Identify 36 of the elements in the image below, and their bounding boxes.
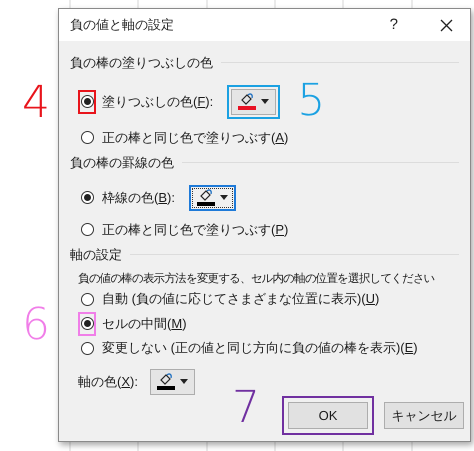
caret-icon	[220, 195, 228, 200]
option-label: 塗りつぶしの色(F):	[102, 92, 214, 111]
option-label: 枠線の色(B):	[102, 188, 175, 207]
description-text: 負の値の棒の表示方法を変更する、セル内の軸の位置を選択してください	[78, 271, 436, 286]
radio-button[interactable]	[80, 95, 94, 108]
option-label: 軸の色(X):	[78, 373, 138, 392]
dialog-button[interactable]: OK	[288, 402, 368, 429]
section-heading: 軸の設定	[70, 246, 122, 264]
option-label: 正の棒と同じ色で塗りつぶす(P)	[102, 220, 288, 239]
window-title: 負の値と軸の設定	[70, 16, 174, 34]
option-label: 変更しない (正の値と同じ方向に負の値の棒を表示)(E)	[102, 339, 418, 358]
color-picker-button[interactable]	[150, 368, 195, 395]
paint-bucket-icon	[198, 189, 214, 201]
close-icon[interactable]	[440, 18, 453, 32]
radio-button[interactable]	[80, 317, 94, 330]
section-heading: 負の棒の塗りつぶしの色	[70, 54, 213, 72]
caret-icon	[180, 379, 188, 384]
help-button[interactable]: ?	[386, 14, 402, 36]
radio-button[interactable]	[80, 342, 94, 355]
paint-bucket-icon	[239, 93, 256, 105]
callout-number: 4	[22, 80, 50, 124]
option-label: 正の棒と同じ色で塗りつぶす(A)	[102, 128, 288, 147]
radio-button[interactable]	[80, 191, 94, 204]
callout-number: 6	[22, 302, 50, 347]
section-heading: 負の棒の罫線の色	[70, 154, 174, 172]
callout-number: 5	[297, 78, 326, 122]
radio-button[interactable]	[80, 292, 94, 306]
option-label: 自動 (負の値に応じてさまざまな位置に表示)(U)	[102, 290, 380, 308]
option-label: セルの中間(M)	[102, 314, 187, 333]
caret-icon	[261, 99, 270, 104]
paint-bucket-icon	[158, 373, 174, 386]
color-picker-button[interactable]	[188, 184, 236, 210]
callout-number: 7	[232, 386, 260, 430]
radio-button[interactable]	[80, 130, 94, 144]
dialog-button[interactable]: キャンセル	[384, 402, 464, 429]
radio-button[interactable]	[80, 222, 94, 236]
